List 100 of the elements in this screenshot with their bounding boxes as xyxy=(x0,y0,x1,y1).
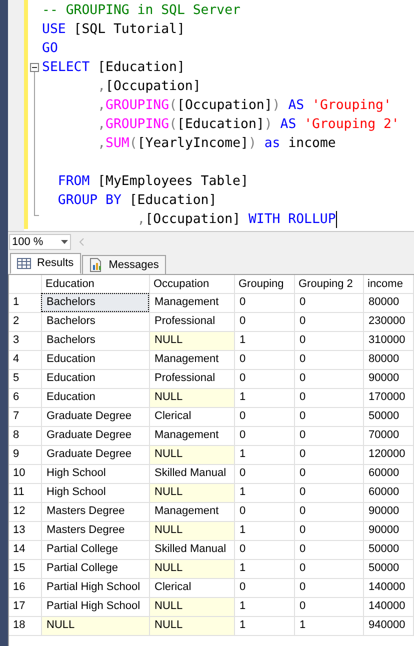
zoom-dropdown[interactable]: 100 % xyxy=(9,234,71,250)
table-cell: Education xyxy=(41,369,149,388)
table-cell: 1 xyxy=(294,616,363,635)
table-cell: Partial High School xyxy=(41,597,149,616)
table-cell: 0 xyxy=(294,464,363,483)
table-cell: Masters Degree xyxy=(41,502,149,521)
table-cell: 80000 xyxy=(363,350,413,369)
row-number[interactable]: 3 xyxy=(9,331,41,350)
code-line: ,[Occupation] xyxy=(96,78,201,96)
table-cell: 1 xyxy=(234,483,294,502)
table-cell: 940000 xyxy=(363,616,413,635)
code-line: -- GROUPING in SQL Server xyxy=(42,2,240,20)
table-cell: 120000 xyxy=(363,445,413,464)
table-cell: 0 xyxy=(294,559,363,578)
table-cell: Management xyxy=(149,426,234,445)
table-cell: Masters Degree xyxy=(41,521,149,540)
collapse-icon[interactable] xyxy=(30,63,39,72)
code-line: USE [SQL Tutorial] xyxy=(42,21,185,39)
table-cell: NULL xyxy=(149,597,234,616)
column-header[interactable]: income xyxy=(363,275,413,293)
table-cell: 1 xyxy=(234,388,294,407)
table-cell: Partial College xyxy=(41,559,149,578)
row-number[interactable]: 15 xyxy=(9,559,41,578)
table-cell: Graduate Degree xyxy=(41,445,149,464)
grid-icon xyxy=(17,258,31,269)
table-cell: 0 xyxy=(234,464,294,483)
row-number[interactable]: 11 xyxy=(9,483,41,502)
tab[interactable]: Messages xyxy=(82,255,166,274)
row-number[interactable]: 17 xyxy=(9,597,41,616)
row-number[interactable]: 8 xyxy=(9,426,41,445)
table-cell: Graduate Degree xyxy=(41,407,149,426)
table-cell: 0 xyxy=(234,312,294,331)
table-cell: 1 xyxy=(234,521,294,540)
table-cell: NULL xyxy=(149,616,234,635)
column-header[interactable]: Grouping 2 xyxy=(294,275,363,293)
row-number[interactable]: 18 xyxy=(9,616,41,635)
code-line: GROUP BY [Education] xyxy=(56,192,217,210)
table-cell: 90000 xyxy=(363,502,413,521)
row-number[interactable]: 10 xyxy=(9,464,41,483)
table-cell: 140000 xyxy=(363,578,413,597)
table-cell: Clerical xyxy=(149,407,234,426)
table-cell: 0 xyxy=(234,502,294,521)
table-cell: 0 xyxy=(294,407,363,426)
table-cell: 0 xyxy=(234,578,294,597)
code-line: ,[Occupation] WITH ROLLUP xyxy=(136,211,336,229)
table-cell: 1 xyxy=(234,597,294,616)
table-cell: NULL xyxy=(149,483,234,502)
table-cell: NULL xyxy=(149,521,234,540)
row-number[interactable]: 7 xyxy=(9,407,41,426)
zoom-value: 100 % xyxy=(12,234,44,250)
table-cell: 0 xyxy=(234,426,294,445)
table-cell: 0 xyxy=(294,502,363,521)
table-cell: 170000 xyxy=(363,388,413,407)
table-cell: 50000 xyxy=(363,540,413,559)
table-cell: Skilled Manual xyxy=(149,464,234,483)
row-number[interactable]: 16 xyxy=(9,578,41,597)
table-cell: 0 xyxy=(294,426,363,445)
table-cell: 0 xyxy=(234,293,294,312)
row-number[interactable]: 14 xyxy=(9,540,41,559)
caret-icon xyxy=(61,240,68,244)
table-cell: Partial College xyxy=(41,540,149,559)
table-cell: NULL xyxy=(149,445,234,464)
table-cell: Education xyxy=(41,388,149,407)
table-cell: 80000 xyxy=(363,293,413,312)
column-header[interactable]: Grouping xyxy=(234,275,294,293)
code-line: SELECT [Education] xyxy=(42,59,185,77)
table-cell: Management xyxy=(149,350,234,369)
row-number[interactable]: 9 xyxy=(9,445,41,464)
table-cell: 0 xyxy=(294,312,363,331)
table-cell: 0 xyxy=(294,445,363,464)
table-cell: High School xyxy=(41,483,149,502)
table-cell: NULL xyxy=(149,559,234,578)
table-cell: Clerical xyxy=(149,578,234,597)
table-cell: 60000 xyxy=(363,483,413,502)
column-header[interactable]: Occupation xyxy=(149,275,234,293)
table-cell: High School xyxy=(41,464,149,483)
code-line: GO xyxy=(42,40,58,58)
table-cell: 50000 xyxy=(363,407,413,426)
table-cell: 0 xyxy=(294,483,363,502)
table-cell: Skilled Manual xyxy=(149,540,234,559)
table-cell: 90000 xyxy=(363,521,413,540)
table-cell: Professional xyxy=(149,312,234,331)
table-cell: 1 xyxy=(234,616,294,635)
table-cell: NULL xyxy=(41,616,149,635)
tab[interactable]: Results xyxy=(10,253,81,274)
table-cell: 1 xyxy=(234,331,294,350)
code-line: FROM [MyEmployees Table] xyxy=(56,173,248,191)
table-cell: 1 xyxy=(234,445,294,464)
table-cell: 230000 xyxy=(363,312,413,331)
row-number[interactable]: 4 xyxy=(9,350,41,369)
table-cell: 0 xyxy=(294,521,363,540)
table-cell: 60000 xyxy=(363,464,413,483)
row-number[interactable]: 5 xyxy=(9,369,41,388)
table-cell: NULL xyxy=(149,331,234,350)
row-number[interactable]: 6 xyxy=(9,388,41,407)
row-number[interactable]: 13 xyxy=(9,521,41,540)
table-cell: Graduate Degree xyxy=(41,426,149,445)
row-number[interactable]: 12 xyxy=(9,502,41,521)
row-number[interactable]: 2 xyxy=(9,312,41,331)
table-cell: 0 xyxy=(294,540,363,559)
